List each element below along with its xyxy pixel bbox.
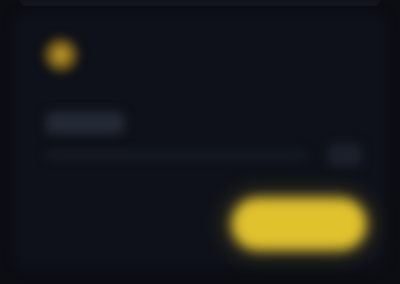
dialog-section	[36, 106, 364, 176]
section-label	[46, 112, 124, 134]
dialog-header	[36, 24, 356, 88]
app-window	[0, 0, 400, 284]
coin-logo-icon	[42, 36, 80, 74]
dialog-subtitle	[110, 70, 260, 86]
top-edge-bar	[20, 0, 380, 6]
dialog-title	[110, 34, 330, 54]
info-row	[46, 142, 366, 168]
primary-action-button[interactable]	[232, 198, 366, 250]
info-row-badge	[328, 144, 362, 166]
info-row-value	[46, 152, 306, 158]
